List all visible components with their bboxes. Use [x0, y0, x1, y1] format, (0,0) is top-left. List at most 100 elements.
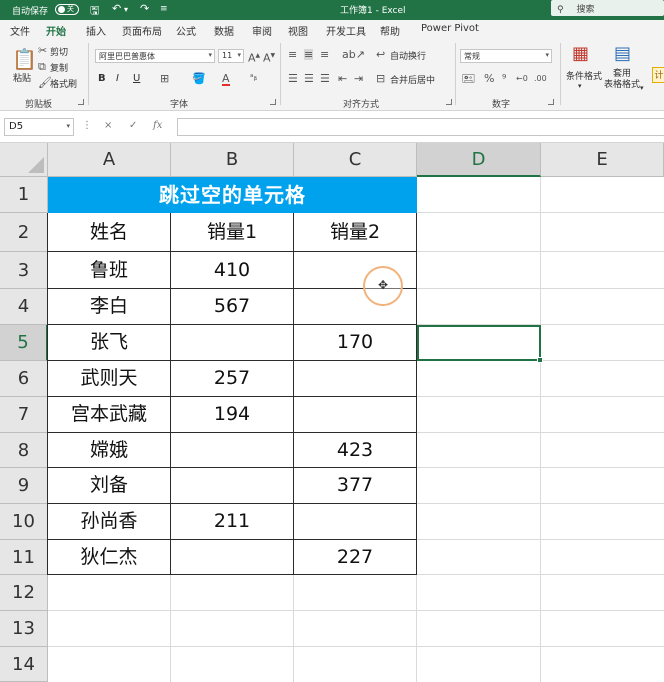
column-header-b[interactable]: B	[171, 143, 294, 177]
search-box[interactable]: ⚲ 搜索	[551, 0, 664, 16]
column-header-a[interactable]: A	[48, 143, 171, 177]
italic-button[interactable]: I	[116, 73, 119, 84]
align-left-icon[interactable]: ☰	[288, 73, 298, 84]
cell-c11[interactable]: 227	[294, 540, 416, 574]
comma-style-icon[interactable]: ⁹	[502, 73, 506, 84]
cell-c7[interactable]	[294, 397, 416, 432]
font-launcher-icon[interactable]	[270, 99, 276, 105]
tab-help[interactable]: 帮助	[380, 23, 400, 38]
row-header-5[interactable]: 5	[0, 325, 48, 361]
select-all-button[interactable]	[0, 143, 48, 177]
bold-button[interactable]: B	[98, 73, 106, 84]
format-as-table-button[interactable]: 套用 表格格式	[604, 69, 640, 91]
cell-b10[interactable]: 211	[171, 504, 293, 539]
cell-style-calc[interactable]: 计	[652, 67, 664, 83]
font-size-select[interactable]: 11 ▾	[218, 49, 244, 63]
active-cell-d5[interactable]	[417, 325, 543, 363]
cell-b9[interactable]	[171, 468, 293, 503]
cell-c5[interactable]: 170	[294, 325, 416, 360]
row-header-4[interactable]: 4	[0, 289, 48, 325]
underline-button[interactable]: U	[133, 73, 140, 84]
align-bottom-icon[interactable]: ≡	[320, 49, 329, 60]
customize-icon[interactable]: ≡	[160, 4, 168, 14]
cell-b7[interactable]: 194	[171, 397, 293, 432]
cell-a3[interactable]: 鲁班	[48, 252, 170, 288]
row-header-13[interactable]: 13	[0, 611, 48, 647]
cut-button[interactable]: 剪切	[50, 45, 68, 58]
align-right-icon[interactable]: ☰	[320, 73, 330, 84]
wrap-text-button[interactable]: 自动换行	[390, 49, 426, 62]
drag-handle-icon[interactable]: ⋮	[82, 120, 92, 131]
font-name-select[interactable]: 阿里巴巴普惠体 ▾	[95, 49, 215, 63]
undo-icon[interactable]: ↶	[112, 2, 121, 15]
row-header-12[interactable]: 12	[0, 575, 48, 611]
cell-b11[interactable]	[171, 540, 293, 574]
tab-page-layout[interactable]: 页面布局	[122, 23, 162, 38]
number-launcher-icon[interactable]	[548, 99, 554, 105]
cell-c9[interactable]: 377	[294, 468, 416, 503]
cancel-icon[interactable]: ×	[104, 120, 112, 131]
insert-function-icon[interactable]: fx	[153, 120, 162, 131]
row-header-11[interactable]: 11	[0, 540, 48, 575]
header-cell-name[interactable]: 姓名	[48, 213, 170, 251]
cell-a8[interactable]: 嫦娥	[48, 433, 170, 467]
fill-handle[interactable]	[537, 357, 543, 363]
align-top-icon[interactable]: ≡	[288, 49, 297, 60]
row-header-1[interactable]: 1	[0, 177, 48, 213]
alignment-launcher-icon[interactable]	[446, 99, 452, 105]
tab-home[interactable]: 开始	[46, 23, 66, 42]
row-header-9[interactable]: 9	[0, 468, 48, 504]
column-header-e[interactable]: E	[541, 143, 664, 177]
name-box[interactable]: D5 ▾	[4, 118, 74, 136]
paste-icon[interactable]: 📋	[12, 49, 37, 69]
increase-font-icon[interactable]: A▲	[248, 50, 260, 64]
cell-a5[interactable]: 张飞	[48, 325, 170, 360]
font-color-icon[interactable]: A	[222, 73, 230, 86]
paste-button[interactable]: 粘贴	[13, 71, 31, 84]
redo-icon[interactable]: ↷	[140, 2, 149, 15]
merge-center-button[interactable]: 合并后居中	[390, 73, 435, 86]
decrease-decimal-icon[interactable]: .00	[534, 73, 547, 84]
column-header-d[interactable]: D	[417, 143, 541, 177]
tab-data[interactable]: 数据	[214, 23, 234, 38]
column-header-c[interactable]: C	[294, 143, 417, 177]
tab-file[interactable]: 文件	[10, 23, 30, 38]
cell-a10[interactable]: 孙尚香	[48, 504, 170, 539]
fill-color-icon[interactable]: 🪣	[192, 73, 206, 84]
percent-icon[interactable]: %	[484, 73, 494, 84]
cell-b5[interactable]	[171, 325, 293, 360]
header-cell-sales2[interactable]: 销量2	[294, 213, 416, 251]
phonetic-icon[interactable]: ᵃᵦ	[250, 73, 257, 84]
cell-a6[interactable]: 武则天	[48, 361, 170, 396]
cell-c8[interactable]: 423	[294, 433, 416, 467]
cell-a11[interactable]: 狄仁杰	[48, 540, 170, 574]
row-header-6[interactable]: 6	[0, 361, 48, 397]
clipboard-launcher-icon[interactable]	[78, 99, 84, 105]
align-center-icon[interactable]: ☰	[304, 73, 314, 84]
orientation-icon[interactable]: ab↗	[342, 49, 365, 60]
cell-a9[interactable]: 刘备	[48, 468, 170, 503]
cell-b4[interactable]: 567	[171, 289, 293, 324]
currency-icon[interactable]: 🖭	[462, 73, 475, 84]
increase-indent-icon[interactable]: ⇥	[354, 73, 363, 84]
increase-decimal-icon[interactable]: ←0	[516, 73, 528, 84]
tab-insert[interactable]: 插入	[86, 23, 106, 38]
tab-formulas[interactable]: 公式	[176, 23, 196, 38]
row-header-14[interactable]: 14	[0, 647, 48, 682]
save-icon[interactable]: 🖫	[90, 2, 99, 21]
cell-c10[interactable]	[294, 504, 416, 539]
row-header-10[interactable]: 10	[0, 504, 48, 540]
cell-b3[interactable]: 410	[171, 252, 293, 288]
cell-b8[interactable]	[171, 433, 293, 467]
cell-c6[interactable]	[294, 361, 416, 396]
chevron-down-icon[interactable]: ▾	[578, 82, 582, 90]
copy-button[interactable]: 复制	[50, 61, 68, 74]
cell-a7[interactable]: 宫本武藏	[48, 397, 170, 432]
tab-developer[interactable]: 开发工具	[326, 23, 366, 38]
tab-view[interactable]: 视图	[288, 23, 308, 38]
conditional-format-button[interactable]: 条件格式	[566, 69, 602, 82]
number-format-select[interactable]: 常规 ▾	[460, 49, 552, 63]
borders-icon[interactable]: ⊞	[160, 73, 169, 84]
row-header-7[interactable]: 7	[0, 397, 48, 433]
enter-icon[interactable]: ✓	[129, 120, 137, 131]
